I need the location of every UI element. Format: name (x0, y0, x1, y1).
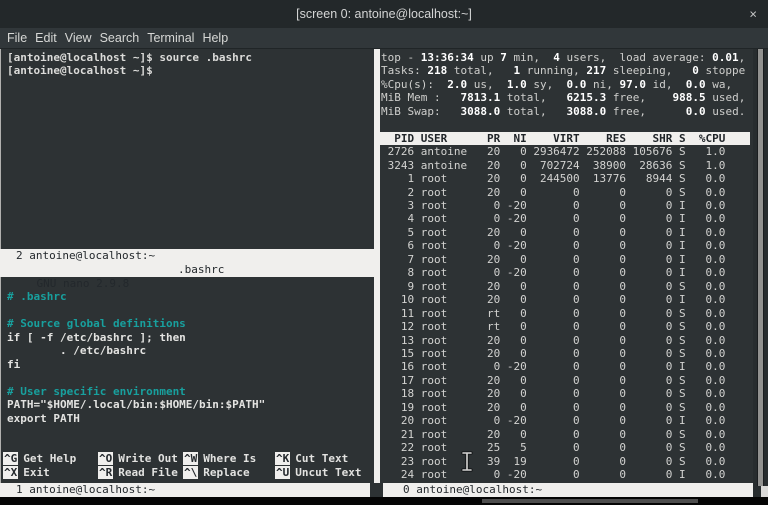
menu-search[interactable]: Search (96, 31, 144, 45)
top-summary-line: MiB Swap: 3088.0 total, 3088.0 free, 0.0… (381, 105, 745, 118)
process-row: 18 root 20 0 0 0 0 S 0.0 (381, 387, 725, 400)
process-row: 10 root 20 0 0 0 0 I 0.0 (381, 293, 725, 306)
screen: { "window": { "title": "[screen 0: antoi… (0, 0, 768, 505)
scrollbar-corner (761, 486, 768, 497)
editor-line: PATH="$HOME/.local/bin:$HOME/bin:$PATH" (7, 398, 265, 411)
process-row: 6 root 0 -20 0 0 0 I 0.0 (381, 239, 725, 252)
process-row: 24 root 0 -20 0 0 0 I 0.0 (381, 468, 725, 481)
screen-caption-window0: 0 antoine@localhost:~ (383, 483, 756, 497)
top-summary-line: MiB Mem : 7813.1 total, 6215.3 free, 988… (381, 91, 745, 104)
nano-shortcut[interactable]: ^WWhere Is (183, 452, 275, 465)
process-row: 11 root rt 0 0 0 0 S 0.0 (381, 307, 725, 320)
process-row: 21 root 20 0 0 0 0 S 0.0 (381, 428, 725, 441)
nano-shortcut[interactable]: ^GGet Help (3, 452, 98, 465)
process-row: 7 root 20 0 0 0 0 I 0.0 (381, 253, 725, 266)
nano-shortcut[interactable]: ^OWrite Out (98, 452, 183, 465)
terminal-area[interactable]: [antoine@localhost ~]$ source .bashrc[an… (0, 49, 768, 497)
nano-shortcut[interactable]: ^RRead File (98, 466, 183, 479)
menu-view[interactable]: View (61, 31, 96, 45)
process-row: 15 root 20 0 0 0 0 S 0.0 (381, 347, 725, 360)
bottom-strip (0, 497, 768, 505)
editor-line: fi (7, 358, 265, 371)
process-row: 19 root 20 0 0 0 0 S 0.0 (381, 401, 725, 414)
process-row: 5 root 20 0 0 0 0 I 0.0 (381, 226, 725, 239)
bash-output: [antoine@localhost ~]$ source .bashrc[an… (0, 51, 252, 78)
nano-shortcut[interactable]: ^KCut Text (275, 452, 348, 465)
top-summary: top - 13:36:34 up 7 min, 4 users, load a… (381, 51, 745, 118)
menu-help[interactable]: Help (198, 31, 232, 45)
menubar: File Edit View Search Terminal Help (0, 28, 768, 49)
editor-line: # User specific environment (7, 385, 265, 398)
scrollbar-thumb[interactable] (757, 49, 764, 486)
editor-line (7, 277, 265, 290)
menu-edit[interactable]: Edit (31, 31, 61, 45)
nano-filename: .bashrc (178, 263, 224, 277)
process-row: 22 root 25 5 0 0 0 S 0.0 (381, 441, 725, 454)
menu-terminal[interactable]: Terminal (143, 31, 198, 45)
process-row: 13 root 20 0 0 0 0 S 0.0 (381, 334, 725, 347)
process-row: 12 root rt 0 0 0 0 S 0.0 (381, 320, 725, 333)
process-row: 23 root 39 19 0 0 0 S 0.0 (381, 455, 725, 468)
screen-split-divider (374, 49, 380, 483)
close-icon[interactable]: × (749, 8, 757, 21)
process-row: 20 root 0 -20 0 0 0 I 0.0 (381, 414, 725, 427)
process-table-header: PID USER PR NI VIRT RES SHR S %CPU (378, 132, 750, 145)
scrollbar-track[interactable] (753, 49, 768, 497)
process-row: 16 root 0 -20 0 0 0 I 0.0 (381, 360, 725, 373)
nano-shortcut[interactable]: ^XExit (3, 466, 98, 479)
process-table-rows: 2726 antoine 20 0 2936472 252088 105676 … (381, 145, 725, 481)
process-row: 1 root 20 0 244500 13776 8944 S 0.0 (381, 172, 725, 185)
bottom-strip-segment (482, 499, 698, 503)
nano-shortcut-row: ^XExit^RRead File^\Replace^UUncut Text (3, 466, 361, 479)
editor-line (7, 371, 265, 384)
editor-line (7, 304, 265, 317)
nano-shortcut[interactable]: ^UUncut Text (275, 466, 361, 479)
process-row: 4 root 0 -20 0 0 0 I 0.0 (381, 212, 725, 225)
nano-shortcut-row: ^GGet Help^OWrite Out^WWhere Is^KCut Tex… (3, 452, 348, 465)
process-row: 2726 antoine 20 0 2936472 252088 105676 … (381, 145, 725, 158)
screen-caption-window1: 1 antoine@localhost:~ (0, 483, 370, 497)
shell-line: [antoine@localhost ~]$ source .bashrc (7, 51, 252, 64)
shell-line: [antoine@localhost ~]$ (7, 64, 252, 77)
process-row: 3243 antoine 20 0 702724 38900 28636 S 1… (381, 159, 725, 172)
editor-line: if [ -f /etc/bashrc ]; then (7, 331, 265, 344)
process-row: 9 root 20 0 0 0 0 S 0.0 (381, 280, 725, 293)
editor-line: export PATH (7, 412, 265, 425)
editor-line: . /etc/bashrc (7, 344, 265, 357)
process-row: 8 root 0 -20 0 0 0 I 0.0 (381, 266, 725, 279)
editor-line: # .bashrc (7, 290, 265, 303)
nano-editor-buffer[interactable]: # .bashrc # Source global definitionsif … (0, 277, 265, 425)
top-summary-line: %Cpu(s): 2.0 us, 1.0 sy, 0.0 ni, 97.0 id… (381, 78, 745, 91)
top-summary-line: Tasks: 218 total, 1 running, 217 sleepin… (381, 64, 745, 77)
editor-line: # Source global definitions (7, 317, 265, 330)
nano-titlebar: GNU nano 2.9.8 .bashrc (0, 263, 374, 277)
text-cursor-icon (461, 451, 473, 472)
process-row: 3 root 0 -20 0 0 0 I 0.0 (381, 199, 725, 212)
top-summary-line: top - 13:36:34 up 7 min, 4 users, load a… (381, 51, 745, 64)
process-row: 17 root 20 0 0 0 0 S 0.0 (381, 374, 725, 387)
screen-caption-window2: 2 antoine@localhost:~ (0, 249, 374, 263)
titlebar[interactable]: [screen 0: antoine@localhost:~] × (0, 0, 768, 28)
window-title: [screen 0: antoine@localhost:~] (296, 7, 472, 21)
nano-shortcut[interactable]: ^\Replace (183, 466, 275, 479)
menu-file[interactable]: File (3, 31, 31, 45)
process-row: 2 root 20 0 0 0 0 S 0.0 (381, 186, 725, 199)
